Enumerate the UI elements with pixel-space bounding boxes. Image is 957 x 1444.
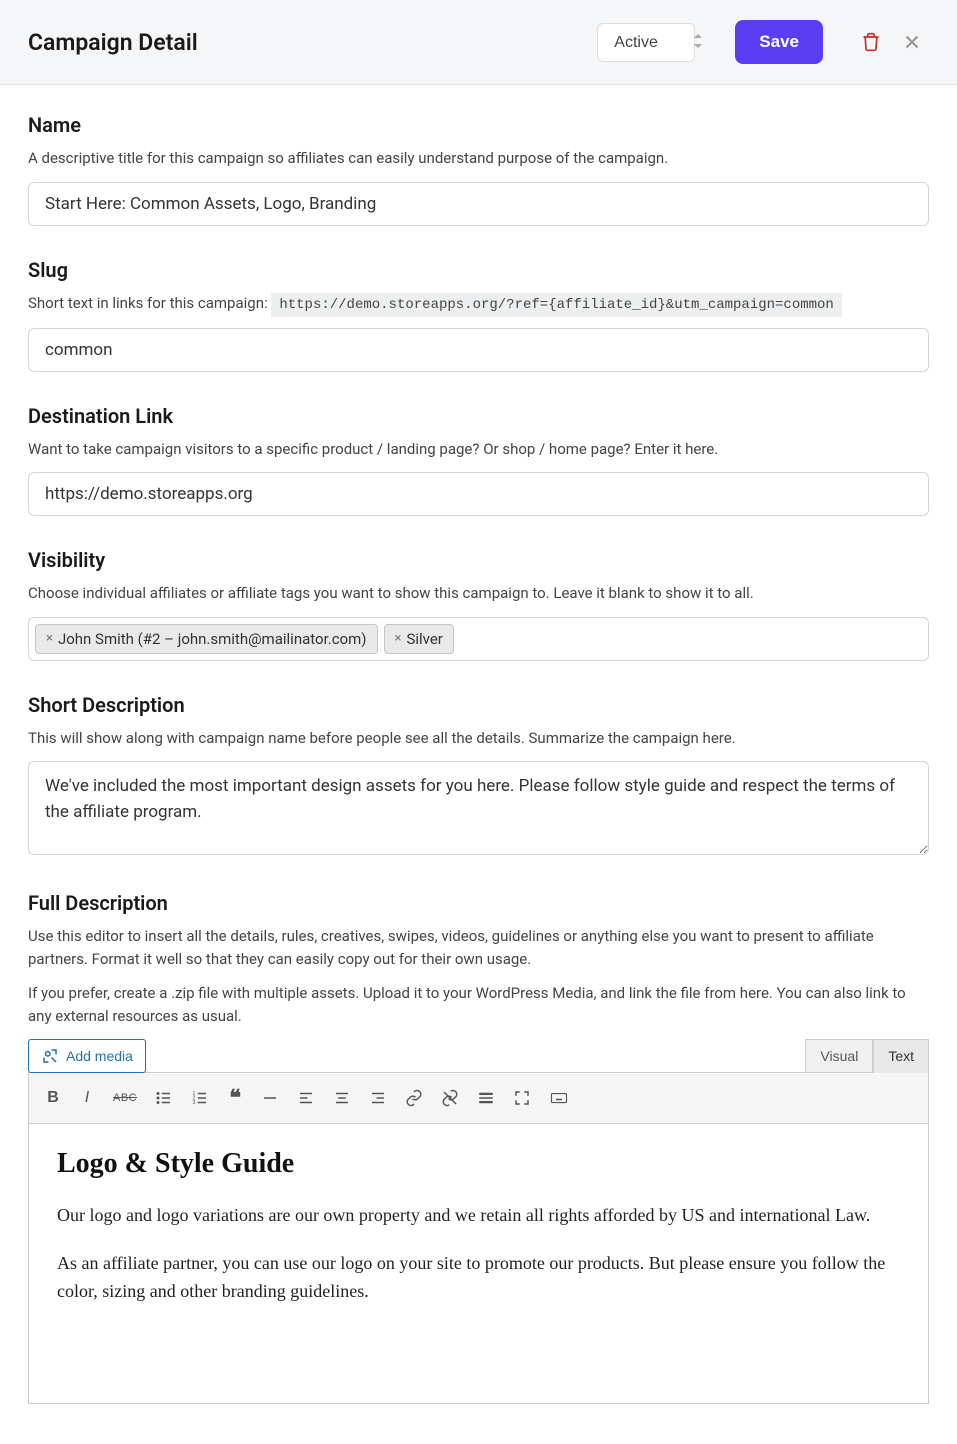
field-full-description: Full Description Use this editor to inse… — [28, 891, 929, 1404]
save-button[interactable]: Save — [735, 20, 823, 64]
tab-text[interactable]: Text — [873, 1039, 929, 1073]
italic-button[interactable]: I — [71, 1083, 103, 1113]
numbered-list-button[interactable]: 123 — [183, 1083, 217, 1113]
field-destination: Destination Link Want to take campaign v… — [28, 404, 929, 517]
unlink-icon — [441, 1089, 459, 1107]
align-center-icon — [333, 1089, 351, 1107]
visibility-tag[interactable]: × John Smith (#2 – john.smith@mailinator… — [35, 624, 378, 654]
content-paragraph: Our logo and logo variations are our own… — [57, 1202, 900, 1230]
numbered-list-icon: 123 — [191, 1089, 209, 1107]
visibility-label: Visibility — [28, 548, 929, 572]
full-desc-help-2: If you prefer, create a .zip file with m… — [28, 982, 929, 1027]
media-icon — [41, 1047, 59, 1065]
visibility-help: Choose individual affiliates or affiliat… — [28, 582, 929, 605]
align-left-icon — [297, 1089, 315, 1107]
add-media-button[interactable]: Add media — [28, 1039, 146, 1073]
slug-url-preview: https://demo.storeapps.org/?ref={affilia… — [271, 293, 842, 317]
fullscreen-button[interactable] — [505, 1083, 539, 1113]
field-name: Name A descriptive title for this campai… — [28, 113, 929, 226]
delete-button[interactable] — [855, 26, 887, 58]
name-help: A descriptive title for this campaign so… — [28, 147, 929, 170]
tag-label: John Smith (#2 – john.smith@mailinator.c… — [58, 630, 367, 648]
tag-label: Silver — [406, 630, 442, 648]
remove-tag-icon[interactable]: × — [395, 631, 402, 646]
visibility-input[interactable]: × John Smith (#2 – john.smith@mailinator… — [28, 617, 929, 661]
add-media-label: Add media — [66, 1048, 133, 1064]
field-visibility: Visibility Choose individual affiliates … — [28, 548, 929, 661]
editor-toolbar: B I ABC 123 ❝ — [28, 1072, 929, 1124]
unlink-button[interactable] — [433, 1083, 467, 1113]
align-left-button[interactable] — [289, 1083, 323, 1113]
trash-icon — [861, 32, 881, 52]
slug-label: Slug — [28, 258, 929, 282]
short-desc-help: This will show along with campaign name … — [28, 727, 929, 750]
svg-text:3: 3 — [193, 1100, 196, 1106]
short-desc-input[interactable] — [28, 761, 929, 855]
bullet-list-icon — [155, 1089, 173, 1107]
align-center-button[interactable] — [325, 1083, 359, 1113]
blockquote-button[interactable]: ❝ — [219, 1079, 251, 1117]
full-desc-help-1: Use this editor to insert all the detail… — [28, 925, 929, 970]
name-input[interactable] — [28, 182, 929, 226]
page-title: Campaign Detail — [28, 29, 597, 56]
short-desc-label: Short Description — [28, 693, 929, 717]
hr-icon — [261, 1089, 279, 1107]
tab-visual[interactable]: Visual — [805, 1039, 873, 1073]
bullet-list-button[interactable] — [147, 1083, 181, 1113]
horizontal-rule-button[interactable] — [253, 1083, 287, 1113]
bold-button[interactable]: B — [37, 1083, 69, 1113]
toolbar-toggle-button[interactable] — [541, 1083, 577, 1113]
destination-label: Destination Link — [28, 404, 929, 428]
destination-input[interactable] — [28, 472, 929, 516]
slug-help-text: Short text in links for this campaign: — [28, 294, 271, 312]
align-right-icon — [369, 1089, 387, 1107]
align-right-button[interactable] — [361, 1083, 395, 1113]
status-select[interactable]: Active — [597, 23, 695, 62]
link-icon — [405, 1089, 423, 1107]
field-short-description: Short Description This will show along w… — [28, 693, 929, 860]
full-desc-label: Full Description — [28, 891, 929, 915]
strikethrough-button[interactable]: ABC — [105, 1086, 145, 1110]
close-icon — [901, 31, 923, 53]
fullscreen-icon — [513, 1089, 531, 1107]
slug-help: Short text in links for this campaign: h… — [28, 292, 929, 316]
field-slug: Slug Short text in links for this campai… — [28, 258, 929, 372]
read-more-button[interactable] — [469, 1083, 503, 1113]
content-paragraph: As an affiliate partner, you can use our… — [57, 1250, 900, 1306]
link-button[interactable] — [397, 1083, 431, 1113]
remove-tag-icon[interactable]: × — [46, 631, 53, 646]
slug-input[interactable] — [28, 328, 929, 372]
destination-help: Want to take campaign visitors to a spec… — [28, 438, 929, 461]
keyboard-icon — [549, 1089, 569, 1107]
content-heading: Logo & Style Guide — [57, 1148, 900, 1180]
page-header: Campaign Detail Active Save — [0, 0, 957, 85]
visibility-tag[interactable]: × Silver — [384, 624, 454, 654]
name-label: Name — [28, 113, 929, 137]
read-more-icon — [477, 1089, 495, 1107]
editor-content[interactable]: Logo & Style Guide Our logo and logo var… — [28, 1124, 929, 1404]
close-button[interactable] — [895, 25, 929, 59]
